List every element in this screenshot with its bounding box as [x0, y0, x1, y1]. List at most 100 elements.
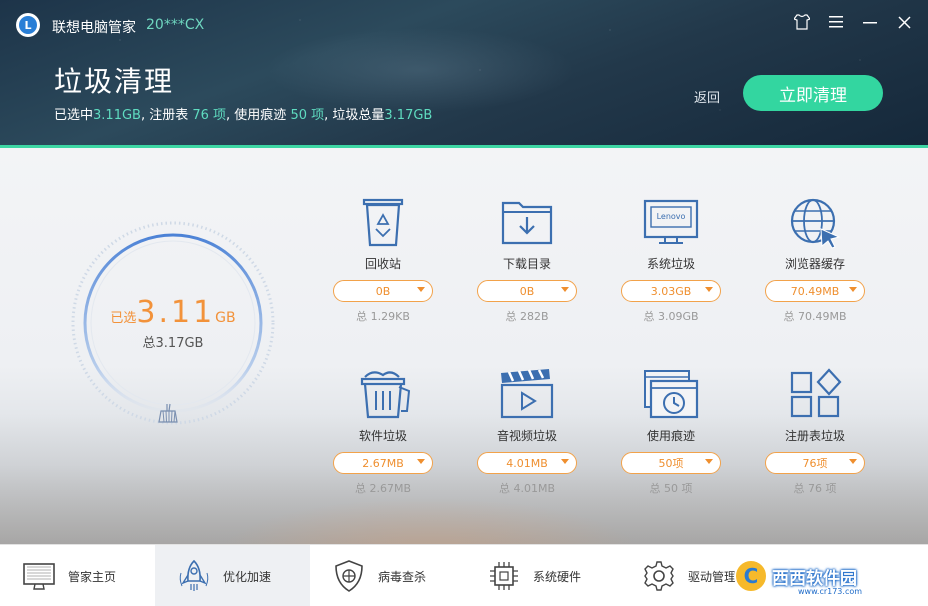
caret-down-icon [417, 287, 425, 292]
item-value: 4.01MB [506, 456, 548, 470]
item-total: 总 3.09GB [643, 310, 699, 323]
clean-item-browser-cache: 浏览器缓存 70.49MB 总 70.49MB [765, 195, 865, 324]
nav-label: 优化加速 [223, 569, 272, 584]
item-label: 系统垃圾 [646, 257, 695, 271]
app-logo: L [16, 13, 40, 37]
summary-text: , 垃圾总量 [324, 108, 385, 123]
logo-letter: L [19, 16, 37, 34]
item-total: 总 76 项 [793, 482, 837, 495]
clean-item-software-junk: 软件垃圾 2.67MB 总 2.67MB [333, 367, 433, 496]
item-dropdown[interactable]: 0B [333, 280, 433, 302]
browser-globe-icon [790, 198, 841, 249]
watermark-url: www.cr173.com [798, 587, 863, 596]
clean-item-recycle-bin: 回收站 0B 总 1.29KB [333, 195, 433, 324]
registry-blocks-icon [790, 368, 842, 418]
clean-item-media-junk: 音视频垃圾 4.01MB 总 4.01MB [477, 367, 577, 496]
item-label: 音视频垃圾 [496, 429, 557, 443]
user-name[interactable]: 20***CX [146, 17, 204, 33]
item-total: 总 282B [505, 310, 549, 323]
monitor-icon [23, 563, 55, 590]
nav-label: 系统硬件 [533, 569, 582, 584]
nav-item-optimize[interactable]: 优化加速 [155, 545, 310, 606]
selection-summary: 已选中3.11GB, 注册表 76 项, 使用痕迹 50 项, 垃圾总量3.17… [54, 104, 432, 123]
watermark-badge: C [734, 559, 768, 593]
video-clapper-icon [500, 369, 554, 419]
minimize-icon[interactable] [860, 12, 880, 32]
caret-down-icon [561, 459, 569, 464]
usage-history-icon [644, 370, 699, 419]
nav-label: 驱动管理 [688, 569, 737, 584]
download-folder-icon [501, 201, 553, 245]
item-value: 0B [519, 284, 535, 298]
back-link[interactable]: 返回 [694, 87, 720, 106]
skin-icon[interactable] [792, 12, 812, 32]
main-panel: 已选3.11GB 总3.17GB 回收站 0B 总 1.29KB 下载目录 0B… [0, 148, 928, 544]
lenovo-brand-text: Lenovo [657, 212, 686, 221]
item-dropdown[interactable]: 50项 [621, 452, 721, 474]
item-label: 浏览器缓存 [784, 257, 845, 271]
item-dropdown[interactable]: 3.03GB [621, 280, 721, 302]
clean-now-button[interactable]: 立即清理 [743, 75, 883, 111]
shield-icon [335, 560, 363, 592]
broom-icon [157, 403, 179, 423]
item-value: 50项 [658, 457, 684, 470]
caret-down-icon [849, 459, 857, 464]
caret-down-icon [705, 287, 713, 292]
lenovo-monitor-icon: Lenovo [643, 199, 699, 244]
item-label: 使用痕迹 [646, 429, 695, 443]
nav-item-antivirus[interactable]: 病毒查杀 [310, 545, 465, 606]
item-value: 2.67MB [362, 456, 404, 470]
item-value: 70.49MB [790, 284, 840, 298]
item-dropdown[interactable]: 76项 [765, 452, 865, 474]
header: L 联想电脑管家 20***CX 垃圾清理 已选中3.11GB, 注册表 76 … [0, 0, 928, 148]
software-trash-icon [360, 371, 411, 419]
caret-down-icon [417, 459, 425, 464]
item-value: 76项 [802, 457, 828, 470]
summary-traces: 50 项 [290, 108, 325, 123]
gear-icon [644, 561, 674, 591]
item-label: 注册表垃圾 [784, 429, 845, 443]
gauge-selected-label: 已选 [110, 311, 137, 326]
rocket-icon [179, 559, 209, 591]
item-dropdown[interactable]: 70.49MB [765, 280, 865, 302]
summary-selected: 3.11GB [93, 108, 141, 123]
summary-text: 已选中 [54, 108, 94, 123]
item-dropdown[interactable]: 2.67MB [333, 452, 433, 474]
close-icon[interactable] [894, 12, 914, 32]
item-label: 下载目录 [502, 257, 551, 271]
nav-label: 病毒查杀 [378, 569, 427, 584]
clean-item-system-junk: Lenovo 系统垃圾 3.03GB 总 3.09GB [621, 195, 721, 324]
gauge-selected-unit: GB [215, 310, 236, 326]
item-dropdown[interactable]: 0B [477, 280, 577, 302]
item-total: 总 2.67MB [354, 482, 412, 495]
site-watermark: C 西西软件园 www.cr173.com [734, 556, 914, 596]
gauge-selected: 已选3.11GB [70, 295, 276, 330]
nav-item-hardware[interactable]: 系统硬件 [465, 545, 620, 606]
nav-label: 管家主页 [68, 569, 117, 584]
chip-icon [490, 562, 518, 590]
page-title: 垃圾清理 [54, 65, 175, 98]
item-dropdown[interactable]: 4.01MB [477, 452, 577, 474]
item-label: 软件垃圾 [358, 429, 407, 443]
app-name: 联想电脑管家 [52, 20, 136, 36]
summary-registry: 76 项 [192, 108, 227, 123]
menu-icon[interactable] [826, 12, 846, 32]
caret-down-icon [849, 287, 857, 292]
recycle-bin-icon [362, 198, 404, 247]
nav-item-home[interactable]: 管家主页 [0, 545, 155, 606]
summary-text: , 注册表 [140, 108, 193, 123]
watermark-text: 西西软件园 [772, 568, 857, 589]
window-controls [792, 12, 914, 32]
cleanup-gauge: 已选3.11GB 总3.17GB [70, 220, 276, 426]
gauge-total: 总3.17GB [142, 336, 204, 351]
summary-total: 3.17GB [384, 108, 433, 123]
summary-text: , 使用痕迹 [226, 108, 291, 123]
gauge-selected-value: 3.11 [136, 295, 216, 330]
item-value: 0B [375, 284, 391, 298]
item-total: 总 50 项 [649, 482, 693, 495]
caret-down-icon [705, 459, 713, 464]
item-total: 总 70.49MB [783, 310, 847, 323]
item-total: 总 1.29KB [356, 310, 410, 323]
item-label: 回收站 [364, 257, 401, 271]
clean-item-registry-junk: 注册表垃圾 76项 总 76 项 [765, 367, 865, 496]
